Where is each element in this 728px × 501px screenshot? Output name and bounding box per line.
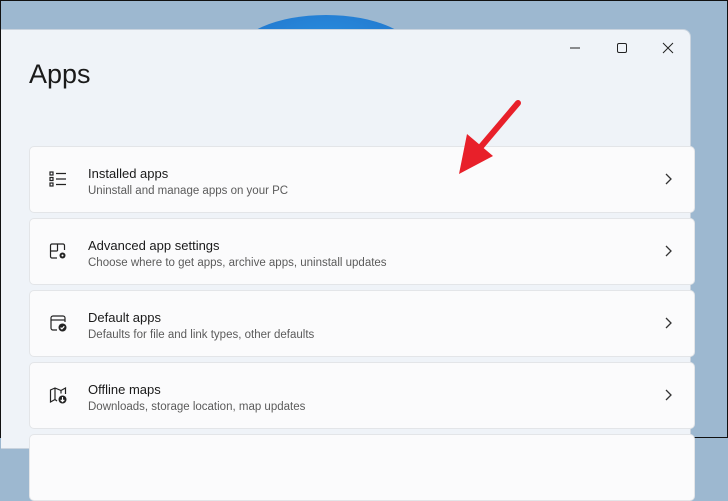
chevron-right-icon [665, 317, 672, 329]
advanced-app-settings-item[interactable]: Advanced app settings Choose where to ge… [29, 218, 695, 285]
maximize-button[interactable] [607, 38, 637, 58]
item-title: Default apps [88, 310, 161, 325]
chevron-right-icon [665, 173, 672, 185]
item-subtitle: Uninstall and manage apps on your PC [88, 185, 289, 197]
item-subtitle: Choose where to get apps, archive apps, … [88, 257, 387, 269]
app-settings-icon [49, 243, 66, 259]
default-apps-icon [50, 315, 67, 332]
minimize-button[interactable] [560, 38, 590, 58]
item-subtitle: Defaults for file and link types, other … [88, 329, 315, 341]
close-button[interactable] [653, 38, 683, 58]
map-download-icon [49, 386, 67, 404]
item-title: Installed apps [88, 166, 169, 181]
close-icon [662, 42, 674, 54]
next-item-partial[interactable] [29, 434, 695, 501]
maximize-icon [617, 43, 627, 53]
item-title: Advanced app settings [88, 238, 220, 253]
chevron-right-icon [665, 245, 672, 257]
item-subtitle: Downloads, storage location, map updates [88, 401, 306, 413]
minimize-icon [570, 47, 580, 49]
chevron-right-icon [665, 389, 672, 401]
item-title: Offline maps [88, 382, 161, 397]
list-icon [49, 171, 66, 187]
offline-maps-item[interactable]: Offline maps Downloads, storage location… [29, 362, 695, 429]
page-title: Apps [29, 59, 91, 89]
default-apps-item[interactable]: Default apps Defaults for file and link … [29, 290, 695, 357]
installed-apps-item[interactable]: Installed apps Uninstall and manage apps… [29, 146, 695, 213]
